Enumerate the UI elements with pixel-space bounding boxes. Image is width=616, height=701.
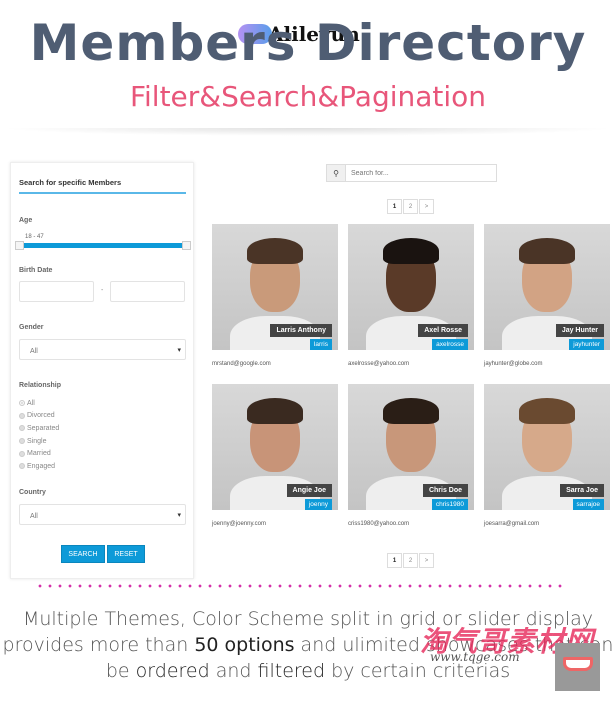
desc-line-3: be ordered and filtered by certain crite… bbox=[105, 660, 511, 682]
age-max-handle[interactable] bbox=[182, 241, 191, 250]
member-name[interactable]: Chris Doe bbox=[422, 484, 468, 497]
radio-single[interactable]: Single bbox=[19, 435, 59, 448]
member-name[interactable]: Larris Anthony bbox=[270, 324, 332, 337]
age-slider[interactable] bbox=[19, 243, 191, 248]
search-input[interactable] bbox=[346, 164, 497, 182]
dotted-divider bbox=[35, 584, 567, 588]
member-username[interactable]: jayhunter bbox=[569, 339, 604, 350]
member-username[interactable]: larris bbox=[309, 339, 332, 350]
divider bbox=[0, 128, 616, 136]
radio-engaged[interactable]: Engaged bbox=[19, 460, 59, 473]
birth-date-from[interactable] bbox=[19, 281, 94, 302]
country-label: Country bbox=[19, 489, 46, 496]
member-email: axelrosse@yahoo.com bbox=[348, 361, 410, 367]
member-name[interactable]: Jay Hunter bbox=[555, 324, 604, 337]
member-photo[interactable]: Larris Anthony larris bbox=[212, 224, 338, 350]
age-min-handle[interactable] bbox=[15, 241, 24, 250]
member-photo[interactable]: Chris Doe chris1980 bbox=[348, 384, 474, 510]
member-name[interactable]: Angie Joe bbox=[286, 484, 332, 497]
age-label: Age bbox=[19, 217, 33, 224]
page-next[interactable]: > bbox=[419, 553, 434, 568]
gender-select[interactable]: All bbox=[19, 339, 186, 360]
birth-date-label: Birth Date bbox=[19, 267, 53, 274]
page-1[interactable]: 1 bbox=[387, 199, 402, 214]
member-email: jayhunter@globe.com bbox=[484, 361, 543, 367]
member-card[interactable]: Sarra Joe sarrajoe joesarra@gmail.com bbox=[484, 384, 610, 527]
page-1[interactable]: 1 bbox=[387, 553, 402, 568]
member-photo[interactable]: Jay Hunter jayhunter bbox=[484, 224, 610, 350]
page-title: Members Directory bbox=[29, 14, 587, 72]
pagination-top: 1 2 > bbox=[387, 199, 434, 214]
country-select[interactable]: All bbox=[19, 504, 186, 525]
radio-all[interactable]: All bbox=[19, 397, 59, 410]
relationship-label: Relationship bbox=[19, 382, 62, 389]
member-card[interactable]: Chris Doe chris1980 criss1980@yahoo.com bbox=[348, 384, 474, 527]
reset-button[interactable]: RESET bbox=[107, 545, 145, 563]
page-2[interactable]: 2 bbox=[403, 553, 418, 568]
gender-label: Gender bbox=[19, 324, 44, 331]
search-button[interactable]: SEARCH bbox=[61, 545, 105, 563]
radio-divorced[interactable]: Divorced bbox=[19, 410, 59, 423]
member-photo[interactable]: Angie Joe joenny bbox=[212, 384, 338, 510]
member-username[interactable]: joenny bbox=[304, 499, 332, 510]
page-next[interactable]: > bbox=[419, 199, 434, 214]
member-photo[interactable]: Sarra Joe sarrajoe bbox=[484, 384, 610, 510]
member-username[interactable]: axelrosse bbox=[432, 339, 468, 350]
member-email: joenny@joenny.com bbox=[212, 521, 267, 527]
member-name[interactable]: Sarra Joe bbox=[560, 484, 604, 497]
date-separator: - bbox=[101, 287, 104, 294]
page-subtitle: Filter&Search&Pagination bbox=[129, 80, 487, 113]
relationship-radio-group: All Divorced Separated Single Married En… bbox=[19, 397, 59, 473]
radio-separated[interactable]: Separated bbox=[19, 422, 59, 435]
member-photo[interactable]: Axel Rosse axelrosse bbox=[348, 224, 474, 350]
member-name[interactable]: Axel Rosse bbox=[418, 324, 468, 337]
member-email: joesarra@gmail.com bbox=[484, 521, 540, 527]
radio-married[interactable]: Married bbox=[19, 447, 59, 460]
birth-date-to[interactable] bbox=[110, 281, 185, 302]
member-card[interactable]: Jay Hunter jayhunter jayhunter@globe.com bbox=[484, 224, 610, 367]
filter-heading: Search for specific Members bbox=[19, 178, 122, 187]
age-range-value: 18 - 47 bbox=[25, 234, 44, 240]
member-card[interactable]: Axel Rosse axelrosse axelrosse@yahoo.com bbox=[348, 224, 474, 367]
search-icon[interactable]: ⚲ bbox=[326, 164, 346, 182]
filter-panel: Search for specific Members Age 18 - 47 … bbox=[10, 162, 194, 579]
member-username[interactable]: chris1980 bbox=[431, 499, 468, 510]
heading-underline bbox=[19, 192, 186, 194]
glasses-icon bbox=[555, 643, 600, 691]
member-email: criss1980@yahoo.com bbox=[348, 521, 410, 527]
search-bar: ⚲ bbox=[326, 164, 497, 182]
member-card[interactable]: Larris Anthony larris mrstand@google.com bbox=[212, 224, 338, 367]
page-2[interactable]: 2 bbox=[403, 199, 418, 214]
pagination-bottom: 1 2 > bbox=[387, 553, 434, 568]
member-card[interactable]: Angie Joe joenny joenny@joenny.com bbox=[212, 384, 338, 527]
member-username[interactable]: sarrajoe bbox=[572, 499, 604, 510]
member-email: mrstand@google.com bbox=[212, 361, 271, 367]
watermark-url: www.tqge.com bbox=[430, 650, 520, 664]
